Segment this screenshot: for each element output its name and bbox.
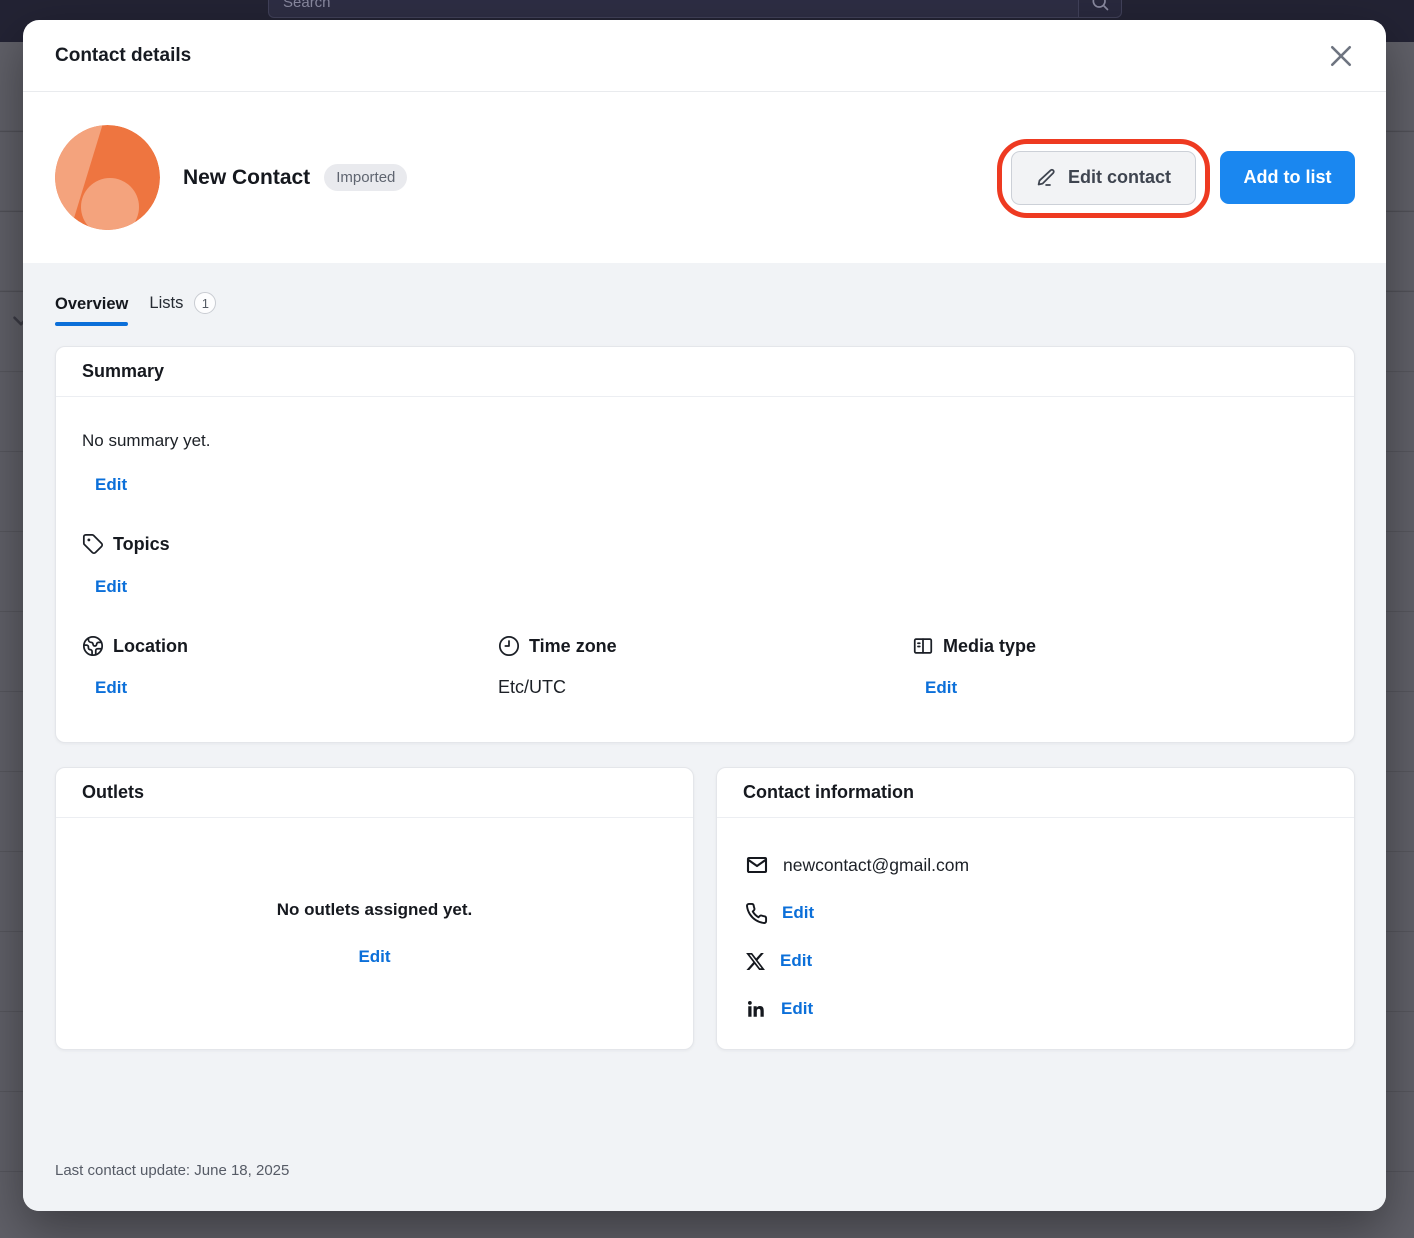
- tab-lists[interactable]: Lists 1: [149, 292, 216, 326]
- edit-topics-link[interactable]: Edit: [95, 577, 127, 597]
- x-twitter-icon: [745, 951, 766, 972]
- close-button[interactable]: [1326, 41, 1356, 71]
- tabs: Overview Lists 1: [55, 290, 1355, 326]
- outlets-empty-text: No outlets assigned yet.: [277, 900, 473, 920]
- tag-icon: [82, 533, 104, 555]
- close-icon: [1326, 41, 1356, 71]
- outlets-card: Outlets No outlets assigned yet. Edit: [55, 767, 694, 1050]
- screen: Contact details New Contact Imported: [0, 0, 1414, 1238]
- phone-row: Edit: [745, 889, 1328, 937]
- timezone-value: Etc/UTC: [498, 677, 912, 698]
- edit-mediatype-link[interactable]: Edit: [925, 678, 957, 698]
- search-input[interactable]: [268, 0, 1078, 18]
- contact-name: New Contact: [183, 166, 310, 190]
- email-row: newcontact@gmail.com: [745, 841, 1328, 889]
- summary-fields: Location Edit Time zone Etc/UTC: [82, 635, 1328, 698]
- modal-title: Contact details: [55, 45, 191, 67]
- linkedin-icon: [745, 998, 767, 1020]
- clock-icon: [498, 635, 520, 657]
- edit-contact-button[interactable]: Edit contact: [1011, 151, 1196, 205]
- edit-outlets-link[interactable]: Edit: [358, 947, 390, 967]
- phone-icon: [745, 902, 768, 925]
- outlets-card-title: Outlets: [56, 768, 693, 818]
- mediatype-field: Media type Edit: [912, 635, 1328, 698]
- mediatype-label: Media type: [943, 636, 1036, 657]
- contact-info-card: Contact information newcontact@gmail.com…: [716, 767, 1355, 1050]
- hero-actions: Edit contact Add to list: [1011, 151, 1355, 205]
- search-button[interactable]: [1078, 0, 1122, 18]
- location-label: Location: [113, 636, 188, 657]
- email-value: newcontact@gmail.com: [783, 855, 969, 876]
- pencil-icon: [1036, 167, 1057, 188]
- last-update-text: Last contact update: June 18, 2025: [55, 1162, 1355, 1179]
- timezone-field: Time zone Etc/UTC: [498, 635, 912, 698]
- summary-card-title: Summary: [56, 347, 1354, 397]
- linkedin-row: Edit: [745, 985, 1328, 1033]
- avatar: [55, 125, 160, 230]
- contact-hero: New Contact Imported Edit contact Add to…: [23, 92, 1386, 263]
- summary-card: Summary No summary yet. Edit Topics Edit: [55, 346, 1355, 743]
- topics-section: Topics: [82, 533, 1328, 555]
- modal-body: Overview Lists 1 Summary No summary yet.…: [23, 263, 1386, 1211]
- timezone-label: Time zone: [529, 636, 617, 657]
- contact-name-group: New Contact Imported: [183, 164, 407, 191]
- edit-summary-link[interactable]: Edit: [95, 475, 127, 495]
- globe-icon: [82, 635, 104, 657]
- mail-icon: [745, 853, 769, 877]
- contact-details-modal: Contact details New Contact Imported: [23, 20, 1386, 1211]
- imported-badge: Imported: [324, 164, 407, 191]
- modal-header: Contact details: [23, 20, 1386, 92]
- x-row: Edit: [745, 937, 1328, 985]
- search-icon: [1090, 0, 1110, 12]
- media-type-icon: [912, 635, 934, 657]
- lists-count-badge: 1: [194, 292, 216, 314]
- edit-x-link[interactable]: Edit: [780, 951, 812, 971]
- tab-overview[interactable]: Overview: [55, 295, 128, 326]
- summary-empty-text: No summary yet.: [82, 431, 1328, 451]
- edit-location-link[interactable]: Edit: [95, 678, 127, 698]
- edit-linkedin-link[interactable]: Edit: [781, 999, 813, 1019]
- edit-phone-link[interactable]: Edit: [782, 903, 814, 923]
- location-field: Location Edit: [82, 635, 498, 698]
- add-to-list-button[interactable]: Add to list: [1220, 151, 1355, 204]
- contact-info-card-title: Contact information: [717, 768, 1354, 818]
- topics-label: Topics: [113, 534, 170, 555]
